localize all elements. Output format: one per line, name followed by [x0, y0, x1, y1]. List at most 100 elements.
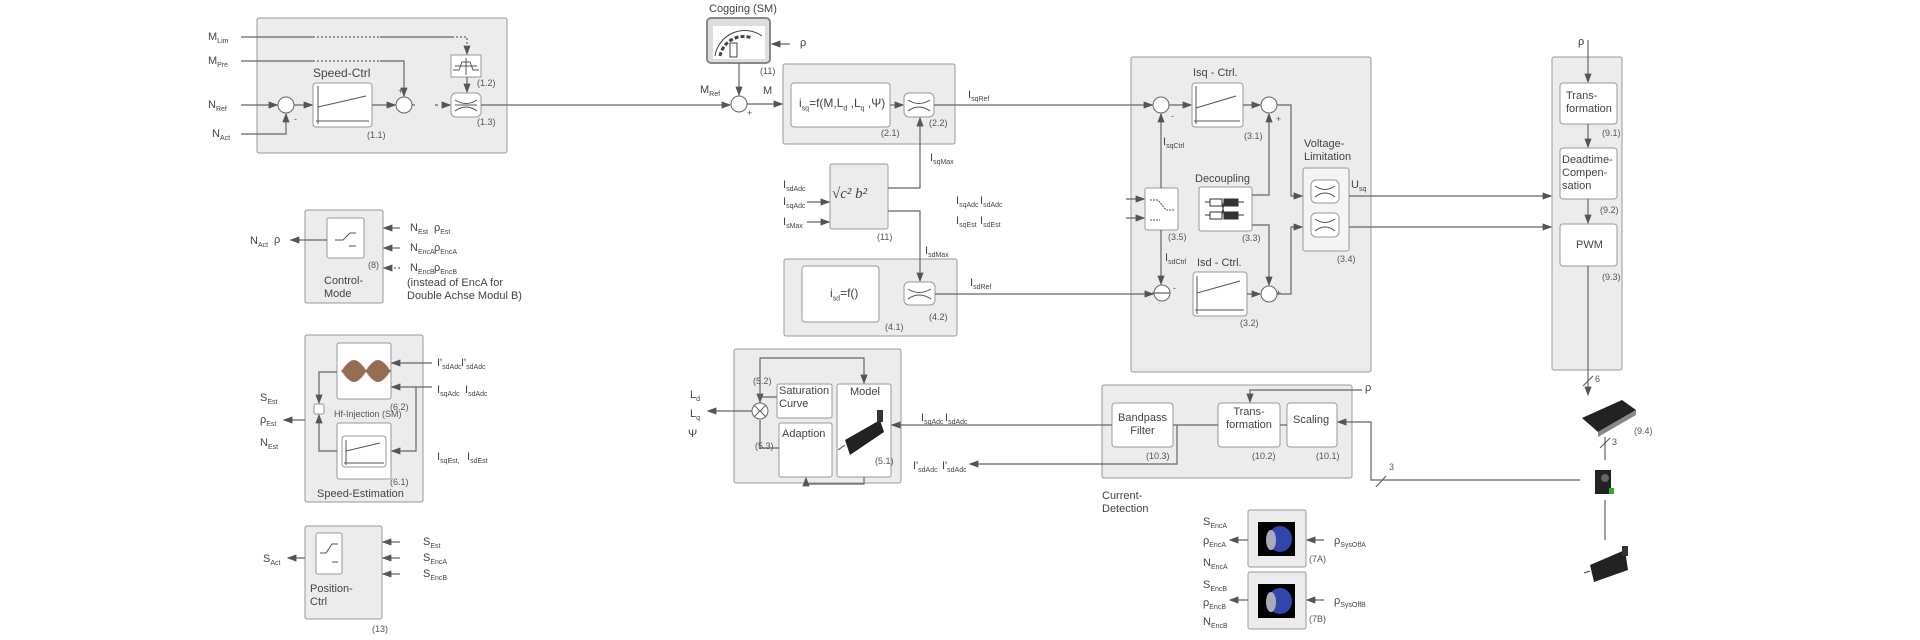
block-id: (6.1): [390, 477, 409, 487]
signal-symbol: N: [1203, 616, 1211, 628]
signal-subscript: EncA: [440, 249, 457, 256]
isd-formula: isd=f(): [830, 286, 859, 303]
control-mode-title: Control- Mode: [324, 275, 364, 300]
bus-width-label: 3: [1612, 437, 1618, 447]
signal-symbol: N: [1203, 557, 1211, 569]
plus-sign: +: [747, 108, 753, 118]
signal-subscript: EncA: [1210, 523, 1228, 530]
signal-n-ref: NRef: [208, 99, 227, 116]
motor-control-block-diagram: Speed-Ctrl (1.1) (1.2) (1.3) Cogging (SM…: [0, 0, 1920, 640]
signal-i-sqadc-c: IsqAdc: [437, 384, 460, 401]
signal-subscript: q: [696, 415, 701, 422]
signal-m-lim: MLim: [208, 31, 228, 48]
signal-symbol: N: [410, 222, 418, 234]
signal-subscript: sdAdc: [947, 467, 967, 474]
signal-subscript: sqAdc: [440, 391, 460, 398]
signal-subscript: EncB: [440, 269, 457, 276]
signal-i-sqest-c: IsqEst,: [437, 451, 460, 468]
signal-subscript: sdAdc: [786, 186, 806, 193]
signal-rho: ρ: [1365, 382, 1371, 399]
signal-i-sdadc: IsdAdc: [783, 179, 806, 196]
block-id: (9.3): [1602, 272, 1621, 282]
signal-symbol: N: [260, 437, 268, 449]
signal-subscript: sqAdc: [924, 419, 944, 426]
signal-subscript: sdMax: [928, 252, 949, 259]
signal-symbol: ρ: [274, 234, 281, 246]
signal-rho-enca: ρEncA: [1203, 535, 1226, 552]
signal-subscript: sqMax: [933, 159, 954, 166]
signal-subscript: sdEst: [470, 458, 488, 465]
signal-rho-est: ρEst: [434, 222, 450, 239]
signal-i-sqest: IsqEst: [956, 215, 977, 232]
signal-i-sdadc: IsdAdc: [465, 384, 488, 401]
limiter-2-2: [903, 92, 935, 118]
block-id: (10.3): [1146, 451, 1170, 461]
signal-subscript: Est: [417, 229, 429, 236]
model-label: Model: [850, 386, 880, 398]
block-id: (4.1): [885, 322, 904, 332]
signal-subscript: Act: [257, 242, 269, 249]
signal-subscript: sdCtrl: [1168, 259, 1187, 266]
signal-subscript: sdAdc: [466, 364, 486, 371]
signal-rho-encb: ρEncB: [434, 262, 457, 279]
encoder-icon: [1258, 522, 1295, 618]
plus-sign: +: [1276, 114, 1282, 124]
signal-symbol: M: [763, 85, 773, 97]
block-id: (5.2): [753, 376, 772, 386]
signal-s-est: SEst: [423, 536, 440, 553]
signal-s-est: SEst: [260, 392, 277, 409]
signal-subscript: d: [696, 396, 701, 403]
signal-subscript: Lim: [217, 38, 229, 45]
signal-subscript: EncB: [1210, 623, 1228, 630]
block-id: (9.2): [1600, 205, 1619, 215]
signal-symbol: U: [1351, 179, 1359, 191]
signal-rho-enca: ρEncA: [434, 242, 457, 259]
signal-symbol: M: [208, 31, 218, 43]
sqrt-formula: √c² b²: [832, 186, 868, 202]
isq-ctrl-title: Isq - Ctrl.: [1193, 67, 1238, 79]
signal-l-q: Lq: [690, 408, 700, 425]
speed-pi-block: [312, 82, 373, 128]
signal-n-est: NEst: [410, 222, 428, 239]
minus-sign: -: [1171, 111, 1174, 121]
signal-symbol: M: [700, 84, 710, 96]
block-id: (3.3): [1242, 233, 1261, 243]
signal-s-enca: SEncA: [1203, 516, 1227, 533]
signal-m-pre: MPre: [208, 55, 228, 72]
selector-box: [313, 403, 325, 415]
signal-subscript: Act: [219, 135, 231, 142]
voltage-limiter-d: [1310, 212, 1340, 238]
signal-i-sdest: IsdEst: [980, 215, 1001, 232]
signal-subscript: Est: [266, 421, 277, 428]
block-id: (8): [368, 260, 379, 270]
signal-symbol: N: [208, 99, 216, 111]
signal-subscript: EncB: [1209, 604, 1226, 611]
signal-n-act: NAct: [212, 128, 230, 145]
signal-n-est: NEst: [260, 437, 278, 454]
block-id: (9.1): [1602, 128, 1621, 138]
transformation-label: Trans-formation: [1566, 90, 1612, 115]
block-id: (4.2): [929, 312, 948, 322]
deadtime-label: Deadtime- Compen-sation: [1562, 154, 1613, 192]
block-id: (2.1): [881, 128, 900, 138]
signal-subscript: sqAdc: [959, 202, 979, 209]
signal-i-sqadc: IsqAdc: [783, 196, 806, 213]
signal-u-sq: Usq: [1351, 179, 1366, 196]
signal-subscript: sqCtrl: [1166, 143, 1185, 150]
block-id: (13): [372, 624, 389, 634]
current-transformation-label: Trans-formation: [1226, 406, 1272, 431]
signal-i-sdmax: IsdMax: [925, 245, 949, 262]
signal-subscript: sdEst: [983, 222, 1001, 229]
signal-ip-sdadc: I'sdAdc: [942, 460, 967, 477]
signal-subscript: EncB: [1210, 586, 1228, 593]
servo-motor-icon: [1583, 546, 1628, 582]
signal-i-sdref: IsdRef: [970, 277, 991, 294]
block-id: (3.2): [1240, 318, 1259, 328]
plus-sign: +: [398, 86, 404, 96]
scaling-label: Scaling: [1293, 414, 1330, 426]
speed-estimation-title: Speed-Estimation: [317, 488, 404, 500]
igbt-module-icon: [1582, 400, 1636, 437]
signal-m-ref: MRef: [700, 84, 720, 101]
signal-subscript: sdAdc: [948, 419, 968, 426]
decoupling-title: Decoupling: [1195, 173, 1251, 185]
